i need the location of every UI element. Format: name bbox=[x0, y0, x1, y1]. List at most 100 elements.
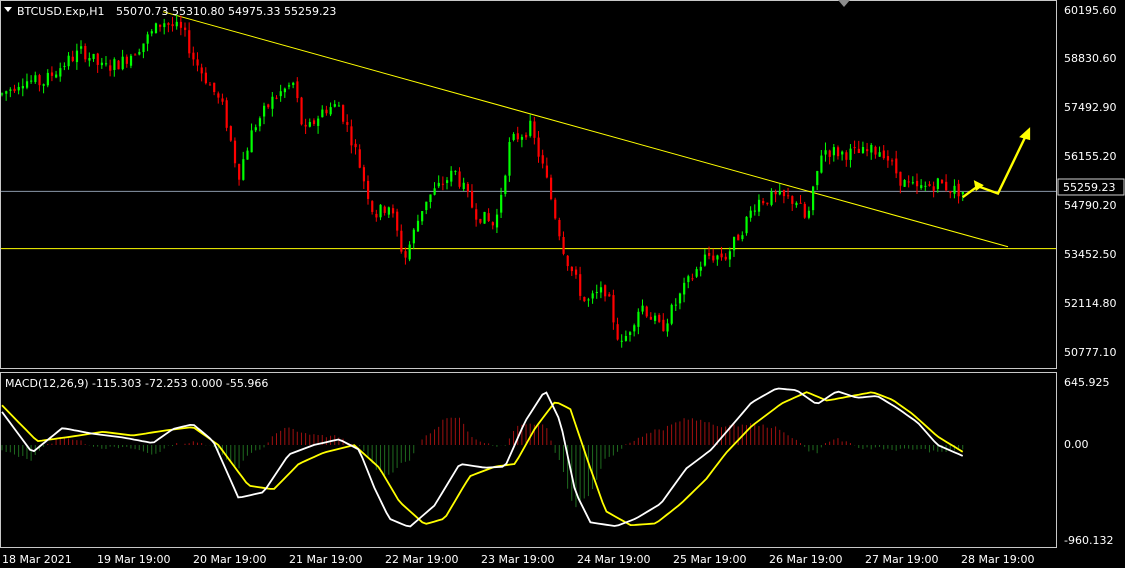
candle-body bbox=[346, 122, 349, 125]
candle-body bbox=[566, 255, 569, 267]
candle-body bbox=[25, 81, 29, 88]
candle-body bbox=[317, 118, 320, 126]
time-label: 18 Mar 2021 bbox=[2, 553, 72, 566]
candle-body bbox=[712, 255, 715, 261]
candle-body bbox=[329, 107, 332, 115]
candle-body bbox=[932, 186, 935, 191]
candle-body bbox=[782, 190, 786, 197]
candle-body bbox=[683, 282, 686, 295]
candle-body bbox=[861, 146, 865, 154]
candle-body bbox=[312, 120, 316, 124]
candle-body bbox=[870, 144, 873, 153]
price-tick: 53452.50 bbox=[1064, 248, 1117, 261]
candle-body bbox=[545, 165, 549, 178]
candle-body bbox=[558, 219, 561, 237]
candle-body bbox=[267, 104, 270, 108]
candle-body bbox=[508, 142, 511, 176]
candle-body bbox=[138, 51, 141, 55]
candle-body bbox=[728, 251, 732, 260]
candle-body bbox=[620, 340, 623, 342]
candle-body bbox=[325, 109, 328, 114]
candle-body bbox=[537, 137, 540, 157]
candle-body bbox=[495, 214, 499, 228]
candle-body bbox=[437, 182, 440, 187]
candle-body bbox=[853, 147, 856, 149]
candle-body bbox=[200, 67, 203, 74]
candle-body bbox=[80, 46, 83, 49]
candle-body bbox=[799, 202, 802, 204]
candle-body bbox=[55, 74, 58, 78]
candle-body bbox=[737, 234, 740, 241]
candle-body bbox=[487, 213, 490, 222]
candle-body bbox=[708, 253, 711, 256]
price-tick: 50777.10 bbox=[1064, 346, 1117, 359]
candle-body bbox=[5, 91, 8, 94]
symbol-label: BTCUSD.Exp,H1 bbox=[17, 5, 105, 18]
candle-body bbox=[225, 100, 228, 128]
candle-body bbox=[391, 208, 395, 214]
candle-body bbox=[109, 65, 112, 71]
time-label: 27 Mar 19:00 bbox=[865, 553, 938, 566]
candle-body bbox=[795, 202, 798, 206]
candle-body bbox=[479, 218, 482, 223]
candle-body bbox=[121, 56, 124, 70]
candle-body bbox=[196, 59, 199, 66]
candle-body bbox=[866, 149, 869, 152]
candle-body bbox=[30, 80, 33, 82]
candle-body bbox=[624, 336, 628, 341]
candle-body bbox=[961, 191, 964, 195]
time-axis: 18 Mar 2021 19 Mar 19:00 20 Mar 19:00 21… bbox=[2, 553, 1034, 566]
candle-body bbox=[816, 171, 819, 186]
candle-body bbox=[936, 178, 939, 189]
candle-body bbox=[928, 184, 931, 186]
candle-body bbox=[612, 295, 615, 323]
candle-body bbox=[308, 122, 311, 127]
candle-body bbox=[296, 81, 299, 99]
candle-body bbox=[778, 191, 781, 195]
macd-tick: -960.132 bbox=[1064, 534, 1113, 547]
time-label: 20 Mar 19:00 bbox=[193, 553, 266, 566]
candle-body bbox=[221, 98, 224, 102]
chart-background bbox=[0, 0, 1125, 568]
candle-body bbox=[949, 191, 952, 193]
candle-body bbox=[429, 194, 432, 202]
candle-body bbox=[787, 195, 790, 197]
candle-body bbox=[774, 191, 777, 195]
price-tick: 60195.60 bbox=[1064, 4, 1117, 17]
candle-body bbox=[745, 216, 748, 234]
candle-body bbox=[541, 155, 544, 164]
candle-body bbox=[154, 23, 158, 34]
candle-body bbox=[841, 151, 844, 155]
candle-body bbox=[333, 104, 336, 107]
current-price-tag: 55259.23 bbox=[1057, 178, 1125, 196]
candle-body bbox=[516, 133, 519, 140]
candle-body bbox=[533, 121, 536, 138]
candle-body bbox=[720, 253, 723, 258]
candle-body bbox=[129, 55, 133, 66]
candle-body bbox=[907, 181, 910, 183]
candle-body bbox=[766, 202, 769, 204]
trading-chart[interactable]: BTCUSD.Exp,H1 55070.73 55310.80 54975.33… bbox=[0, 0, 1125, 568]
candle-body bbox=[599, 287, 603, 293]
candle-body bbox=[828, 150, 831, 157]
candle-body bbox=[283, 88, 287, 93]
price-tick: 57492.90 bbox=[1064, 101, 1117, 114]
candle-body bbox=[803, 203, 806, 218]
candle-body bbox=[104, 63, 108, 65]
candle-body bbox=[678, 293, 682, 304]
candle-body bbox=[188, 30, 191, 54]
candle-body bbox=[400, 230, 403, 252]
candle-body bbox=[849, 148, 852, 160]
candle-body bbox=[337, 105, 341, 107]
candle-body bbox=[100, 62, 104, 66]
candle-body bbox=[633, 325, 636, 332]
candle-body bbox=[421, 211, 424, 222]
candle-body bbox=[595, 291, 598, 294]
candle-body bbox=[466, 183, 470, 192]
candle-body bbox=[924, 185, 927, 187]
candle-body bbox=[791, 196, 794, 204]
candle-body bbox=[583, 297, 586, 302]
candle-body bbox=[878, 152, 881, 157]
candle-body bbox=[570, 266, 573, 272]
candle-body bbox=[446, 180, 449, 183]
